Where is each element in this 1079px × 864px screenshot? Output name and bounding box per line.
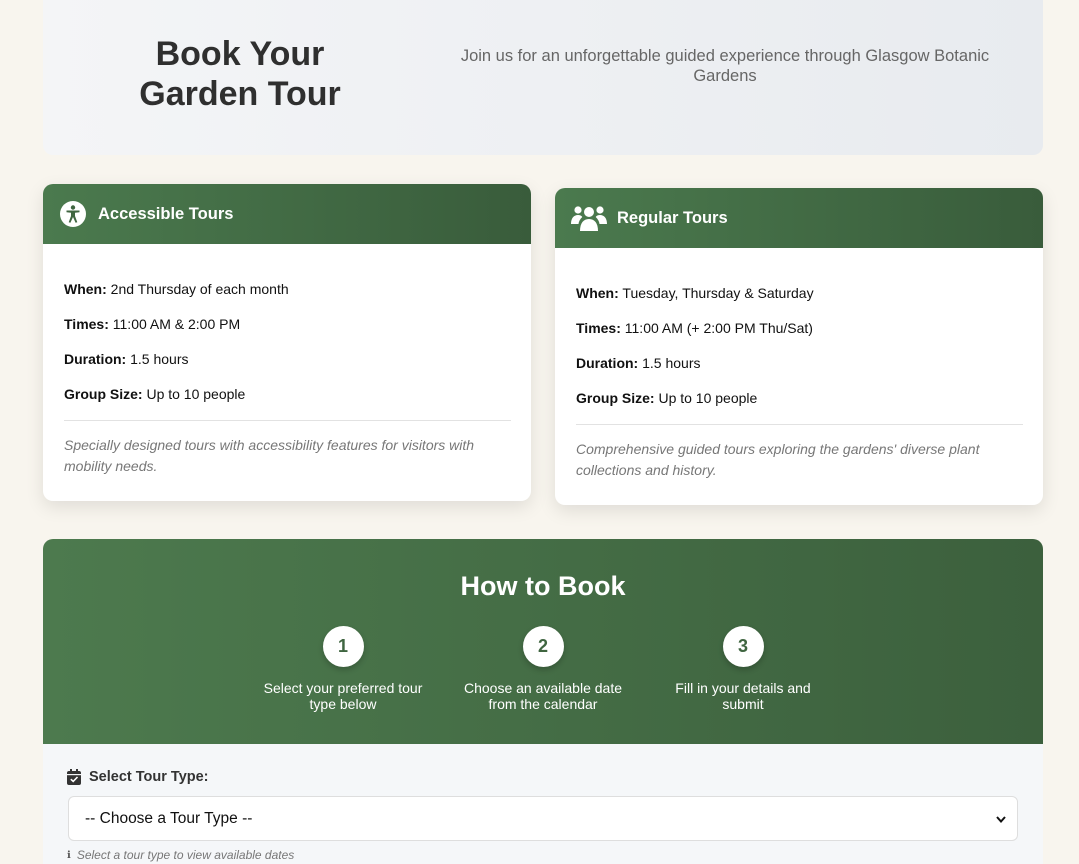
step-number: 3: [722, 626, 764, 667]
info-when: When: Tuesday, Thursday & Saturday: [576, 285, 814, 301]
card-description: Specially designed tours with accessibil…: [64, 437, 475, 474]
step-text: Choose an available date from the calend…: [463, 680, 622, 712]
step-1: 1 Select your preferred tour type below: [243, 626, 443, 712]
info-when: When: 2nd Thursday of each month: [64, 281, 289, 297]
info-group-size: Group Size: Up to 10 people: [64, 386, 246, 402]
card-description: Comprehensive guided tours exploring the…: [576, 441, 980, 478]
form-hint: ℹ Select a tour type to view available d…: [67, 848, 295, 862]
section-title: How to Book: [460, 571, 626, 601]
card-header: Regular Tours: [555, 188, 1043, 248]
booking-form: Select Tour Type: -- Choose a Tour Type …: [43, 744, 1043, 864]
users-icon: [571, 204, 607, 232]
info-group-size: Group Size: Up to 10 people: [576, 390, 758, 406]
step-2: 2 Choose an available date from the cale…: [443, 626, 643, 712]
step-number: 1: [322, 626, 364, 667]
accessible-tours-card: Accessible Tours When: 2nd Thursday of e…: [43, 184, 531, 501]
step-text: Select your preferred tour type below: [263, 680, 423, 712]
card-header: Accessible Tours: [43, 184, 531, 244]
step-3: 3 Fill in your details and submit: [643, 626, 843, 712]
info-duration: Duration: 1.5 hours: [576, 355, 701, 371]
divider: [576, 424, 1023, 425]
page-header: Book Your Garden Tour Join us for an unf…: [43, 0, 1043, 155]
tour-type-label: Select Tour Type:: [67, 769, 209, 785]
card-title: Regular Tours: [617, 208, 728, 227]
info-icon: ℹ: [67, 849, 71, 861]
accessibility-icon: [59, 200, 87, 228]
step-number: 2: [522, 626, 564, 667]
calendar-check-icon: [67, 769, 81, 785]
divider: [64, 420, 511, 421]
how-to-book-section: How to Book 1 Select your preferred tour…: [43, 539, 1043, 744]
regular-tours-card: Regular Tours When: Tuesday, Thursday & …: [555, 188, 1043, 505]
page-title: Book Your Garden Tour: [139, 35, 341, 113]
step-text: Fill in your details and submit: [675, 680, 811, 712]
card-title: Accessible Tours: [98, 204, 234, 223]
info-duration: Duration: 1.5 hours: [64, 351, 189, 367]
page-subtitle: Join us for an unforgettable guided expe…: [460, 47, 990, 85]
tour-type-select[interactable]: -- Choose a Tour Type --: [68, 796, 1018, 841]
info-times: Times: 11:00 AM (+ 2:00 PM Thu/Sat): [576, 320, 813, 336]
chevron-down-icon: [995, 812, 1007, 824]
select-value: -- Choose a Tour Type --: [85, 809, 253, 827]
info-times: Times: 11:00 AM & 2:00 PM: [64, 316, 241, 332]
